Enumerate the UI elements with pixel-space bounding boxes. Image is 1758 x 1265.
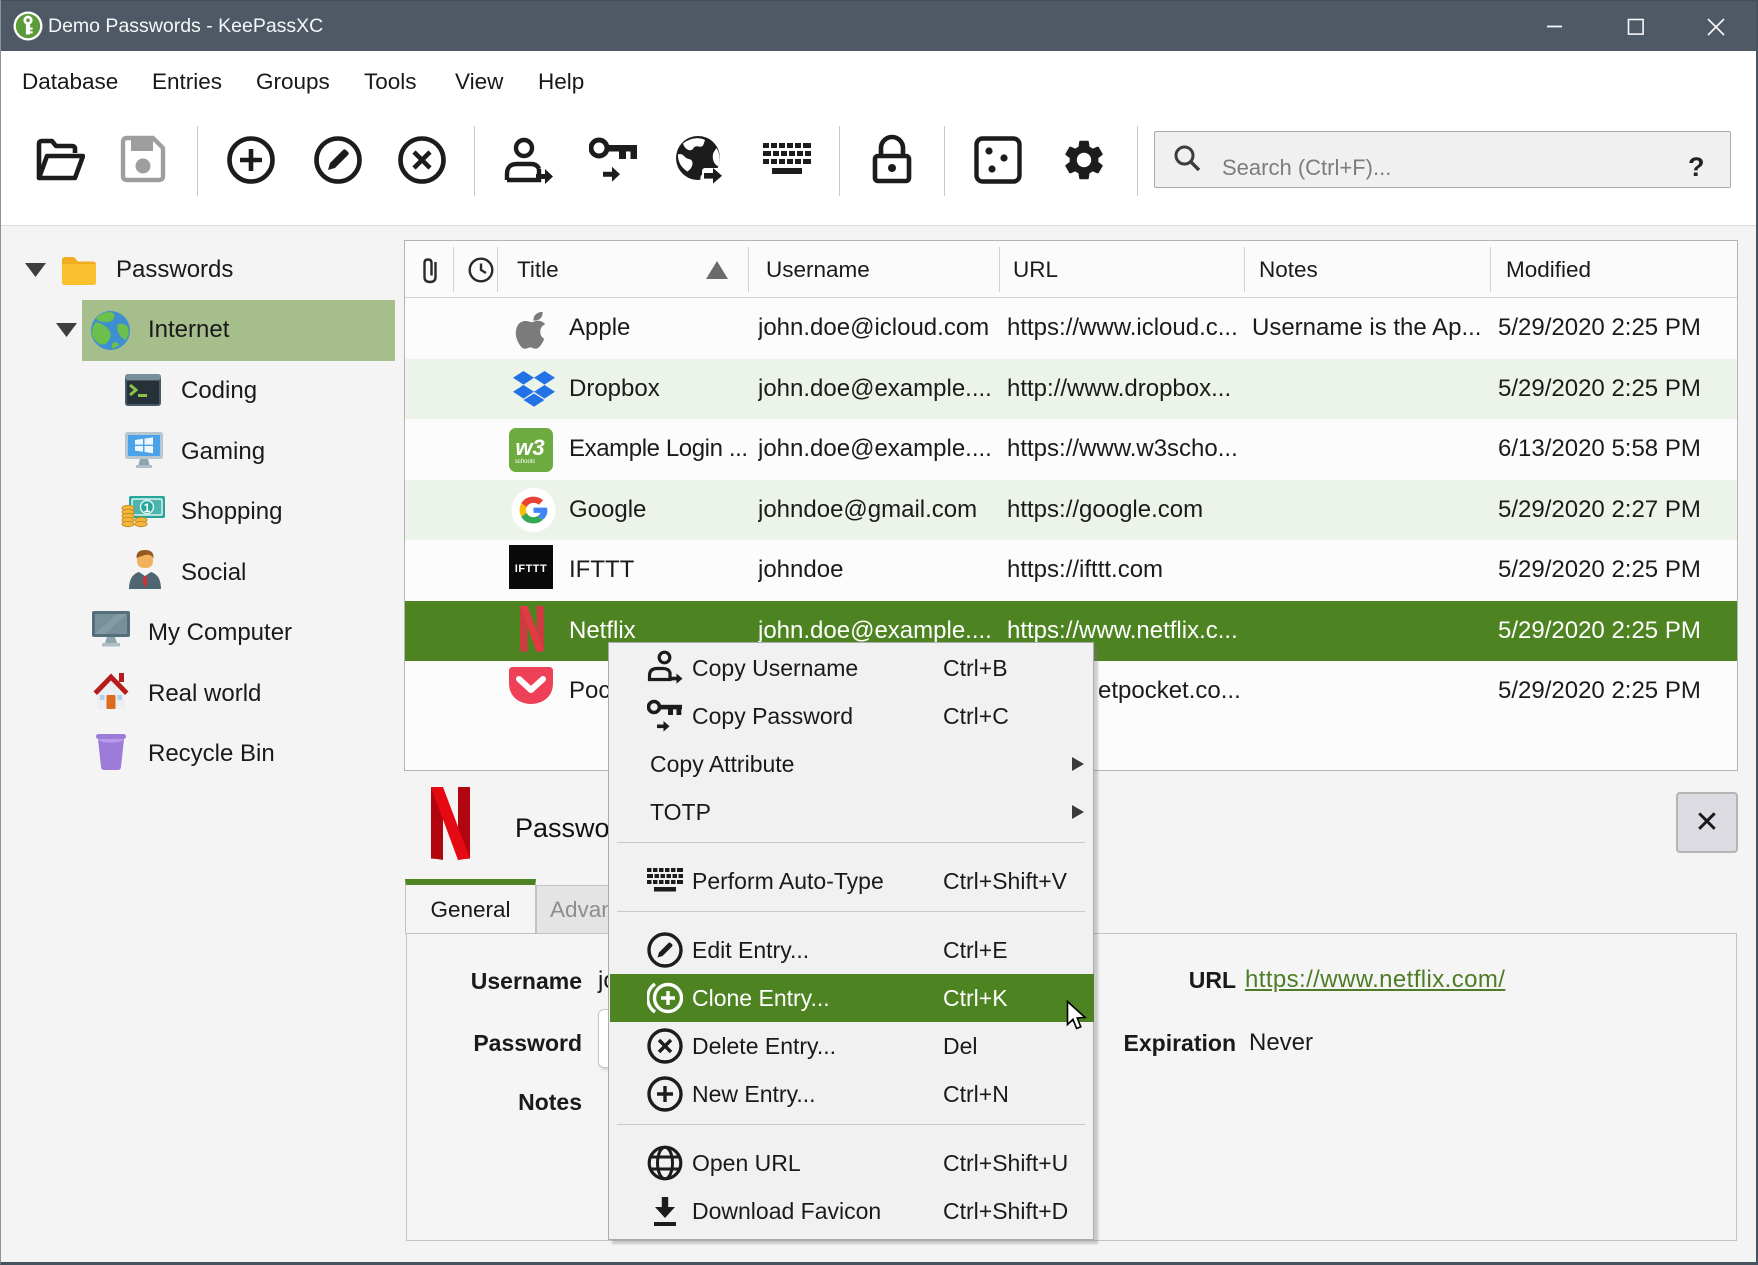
svg-text:w3: w3: [515, 435, 544, 460]
svg-text:1: 1: [144, 501, 151, 515]
svg-text:IFTTT: IFTTT: [515, 563, 547, 575]
svg-text:schools: schools: [515, 459, 535, 465]
